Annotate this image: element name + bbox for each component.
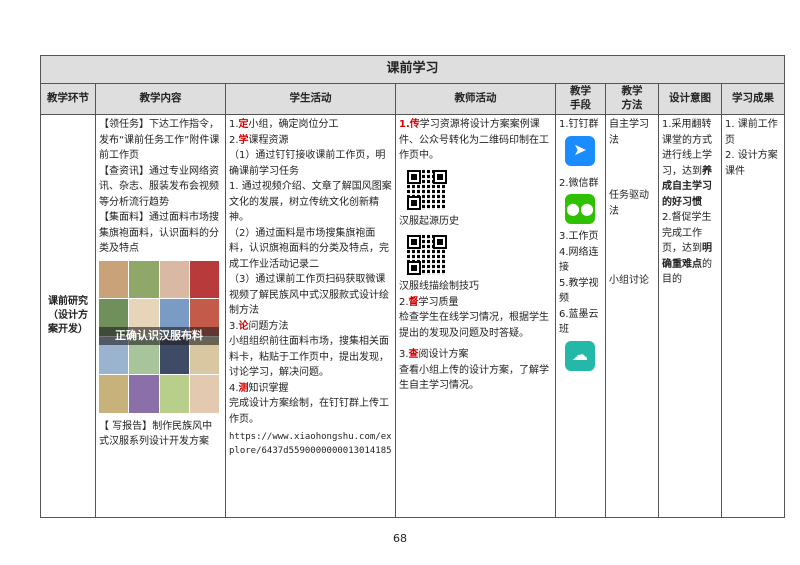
num: 1. <box>229 119 239 130</box>
keyword: 学 <box>238 134 249 146</box>
student-step-2d: （3）通过课前工作页扫码获取微课视频了解民族风中式汉服款式设计绘制方法 <box>229 274 389 316</box>
header-outcome: 学习成果 <box>720 83 786 115</box>
tag: 【查资讯】 <box>99 165 149 177</box>
student-step-3: 3.论问题方法 <box>229 319 392 335</box>
num: 3. <box>399 349 409 360</box>
student-step-2c: （2）通过面料是市场搜集旗袍面料，认识旗袍面料的分类及特点，完成工作业活动记录二 <box>229 227 389 270</box>
means-wechat: 2.微信群 <box>559 177 599 189</box>
header-method: 教学 方法 <box>605 83 659 115</box>
text: 小组，确定岗位分工 <box>248 119 339 130</box>
student-cell: 1.定小组，确定岗位分工 2.学课程资源 （1）通过钉钉接收课前工作页，明确课前… <box>225 114 396 518</box>
method-cell: 自主学习法 任务驱动法 小组讨论 <box>605 114 659 518</box>
text: 课程资源 <box>248 134 289 146</box>
resource-link[interactable]: https://www.xiaohongshu.com/explore/6437… <box>229 431 392 459</box>
keyword: 测 <box>238 382 249 394</box>
title-row: 课前学习 <box>39 55 786 84</box>
num: 2. <box>399 296 409 308</box>
mosoink-cloud-icon: ☁ <box>565 340 595 371</box>
header-means: 教学 手段 <box>555 83 606 115</box>
stage-line-3: 案开发） <box>48 324 88 335</box>
text: 学习资源将设计方案案例课件、公众号转化为二维码印制在工作页中。 <box>399 119 549 161</box>
method-group-discussion: 小组讨论 <box>609 275 649 286</box>
stage-cell: 课前研究 （设计方 案开发） <box>40 114 96 518</box>
student-step-3a: 小组组织前往面料市场，搜集相关面料卡，粘贴于工作页中，提出发现，讨论学习，解决问… <box>229 336 389 378</box>
keyword: 论 <box>238 320 249 332</box>
header-intent: 设计意图 <box>658 83 722 115</box>
student-step-2: 2.学课程资源 <box>229 133 392 149</box>
tag: 【集面料】 <box>99 212 149 223</box>
qr1-label: 汉服起源历史 <box>399 215 459 227</box>
num: 3. <box>229 320 239 332</box>
content-p2: 【查资讯】通过专业网络资讯、杂志、服装发布会视频等分析流行趋势 <box>99 164 222 211</box>
qr-code-icon[interactable] <box>407 235 447 275</box>
stage-line-2: （设计方 <box>48 310 88 321</box>
keyword: 督 <box>408 296 419 308</box>
tag: 【领任务】 <box>99 119 149 130</box>
student-step-2a: （1）通过钉钉接收课前工作页，明确课前学习任务 <box>229 150 386 177</box>
teacher-step-3a: 查看小组上传的设计方案，了解学生自主学习情况。 <box>399 364 549 392</box>
keyword: 定 <box>238 119 249 130</box>
student-step-1: 1.定小组，确定岗位分工 <box>229 117 392 133</box>
content-p1: 【领任务】下达工作指令，发布“课前任务工作”附件课前工作页 <box>99 117 222 164</box>
student-step-4: 4.测知识掌握 <box>229 381 392 397</box>
means-cell: 1.钉钉群 ➤ 2.微信群 ●● 3.工作页 4.网络连接 5.教学视频 6.蓝… <box>555 114 606 518</box>
method-self-study: 自主学习法 <box>609 119 649 146</box>
lesson-plan-table: 课前学习 教学环节 教学内容 学生活动 教师活动 教学 手段 教学 方法 设计意… <box>39 55 786 518</box>
outcome-2: 2. 设计方案课件 <box>725 150 778 177</box>
wechat-icon: ●● <box>565 194 595 224</box>
keyword: 查 <box>408 349 419 360</box>
num: 1. <box>399 119 410 130</box>
teacher-step-2a: 检查学生在线学习情况，根据学生提出的发现及问题及时答疑。 <box>399 312 549 339</box>
intent-2: 2.督促学生完成工作页，达到明确重难点的目的 <box>662 210 718 288</box>
dingtalk-icon: ➤ <box>565 135 595 166</box>
outcome-1: 1. 课前工作页 <box>725 119 778 146</box>
teacher-step-3: 3.查阅设计方案 <box>399 347 552 363</box>
qr2-label: 汉服线描绘制技巧 <box>399 281 479 292</box>
collage-caption: 正确认识汉服布料 <box>99 326 219 345</box>
fabric-photo-collage: 正确认识汉服布料 <box>99 260 219 413</box>
content-cell: 【领任务】下达工作指令，发布“课前任务工作”附件课前工作页 【查资讯】通过专业网… <box>95 114 226 518</box>
means-network: 4.网络连接 <box>559 246 599 274</box>
means-workbook: 3.工作页 <box>559 231 599 242</box>
content-p3: 【集面料】通过面料市场搜集旗袍面料，认识面料的分类及特点 <box>99 210 222 257</box>
header-row: 教学环节 教学内容 学生活动 教师活动 教学 手段 教学 方法 设计意图 学习成… <box>40 83 786 115</box>
student-step-2b: 1. 通过视频介绍、文章了解国风图案文化的发展，树立传统文化创新精神。 <box>229 181 392 223</box>
method-task-driven: 任务驱动法 <box>609 190 649 217</box>
num: 2. <box>229 134 239 146</box>
stage-line-1: 课前研究 <box>48 296 88 307</box>
means-video: 5.教学视频 <box>559 277 599 305</box>
num: 4. <box>229 382 239 394</box>
tag: 【 写报告】 <box>99 420 153 432</box>
intent-1: 1.采用翻转课堂的方式进行线上学习，达到养成自主学习的好习惯 <box>662 117 718 210</box>
student-step-4a: 完成设计方案绘制，在钉钉群上传工作页。 <box>229 398 389 425</box>
content-row: 课前研究 （设计方 案开发） 【领任务】下达工作指令，发布“课前任务工作”附件课… <box>40 114 786 518</box>
content-p4: 【 写报告】制作民族风中式汉服系列设计开发方案 <box>99 419 222 450</box>
outcome-cell: 1. 课前工作页 2. 设计方案课件 <box>720 114 786 518</box>
page-number: 68 <box>393 532 407 545</box>
means-mosoink: 6.蓝墨云班 <box>559 308 599 336</box>
header-teacher: 教师活动 <box>395 83 556 115</box>
teacher-step-2: 2.督学习质量 <box>399 295 552 311</box>
header-stage: 教学环节 <box>40 83 96 115</box>
header-student: 学生活动 <box>225 83 396 115</box>
text: 知识掌握 <box>248 382 289 394</box>
teacher-step-1: 1.传学习资源将设计方案案例课件、公众号转化为二维码印制在工作页中。 <box>399 117 552 164</box>
teacher-cell: 1.传学习资源将设计方案案例课件、公众号转化为二维码印制在工作页中。 汉服起源历… <box>395 114 556 518</box>
text: 问题方法 <box>248 320 289 332</box>
means-dingtalk: 1.钉钉群 <box>559 119 599 130</box>
text: 学习质量 <box>418 296 459 308</box>
text: 阅设计方案 <box>418 349 469 360</box>
keyword: 传 <box>409 119 420 130</box>
qr-code-icon[interactable] <box>407 169 447 210</box>
header-content: 教学内容 <box>95 83 226 115</box>
table-title: 课前学习 <box>39 55 786 84</box>
intent-cell: 1.采用翻转课堂的方式进行线上学习，达到养成自主学习的好习惯 2.督促学生完成工… <box>658 114 722 518</box>
